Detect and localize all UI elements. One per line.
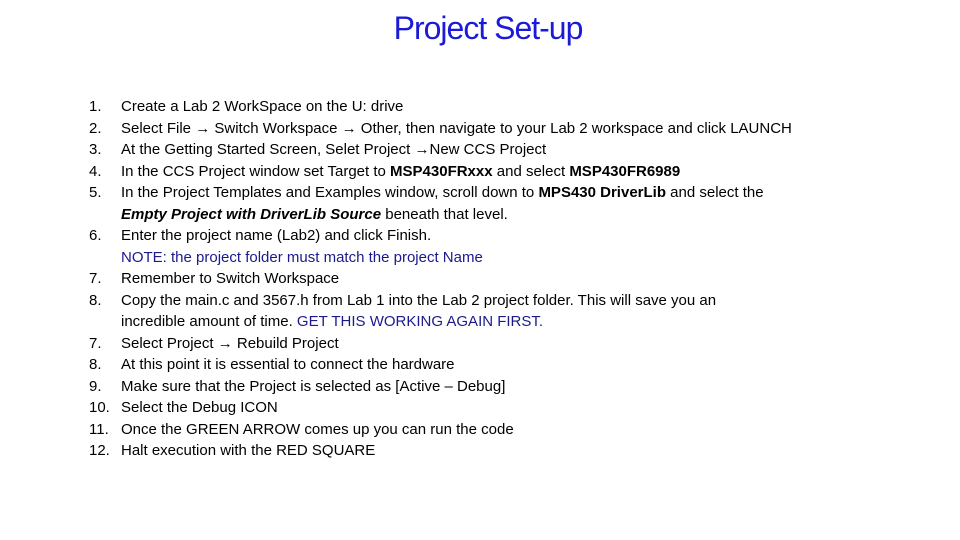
- list-item-continuation: NOTE: the project folder must match the …: [89, 247, 909, 269]
- target-family: MSP430FRxxx: [390, 162, 493, 180]
- list-item-continuation: Empty Project with DriverLib Source bene…: [89, 204, 909, 226]
- steps-list: 1. Create a Lab 2 WorkSpace on the U: dr…: [89, 96, 909, 462]
- list-item: 11. Once the GREEN ARROW comes up you ca…: [89, 419, 909, 441]
- list-item: 10. Select the Debug ICON: [89, 397, 909, 419]
- step-text: Select the Debug ICON: [121, 399, 278, 416]
- list-item: 8. Copy the main.c and 3567.h from Lab 1…: [89, 290, 909, 312]
- list-item: 3. At the Getting Started Screen, Selet …: [89, 139, 909, 161]
- step-text: At the Getting Started Screen, Selet Pro…: [121, 141, 547, 158]
- list-item: 2. Select File → Switch Workspace → Othe…: [89, 118, 909, 140]
- step-number: 7.: [89, 334, 102, 352]
- step-number: 2.: [89, 119, 102, 137]
- list-item: 4. In the CCS Project window set Target …: [89, 161, 909, 183]
- list-item: 7. Select Project → Rebuild Project: [89, 333, 909, 355]
- arrow-right-icon: →: [414, 141, 430, 158]
- step-number: 7.: [89, 270, 102, 287]
- step-number: 3.: [89, 141, 102, 158]
- step-text: In the CCS Project window set Target to …: [121, 162, 681, 180]
- arrow-right-icon: →: [195, 119, 211, 137]
- step-text: Halt execution with the RED SQUARE: [121, 442, 376, 459]
- page-title: Project Set-up: [393, 10, 584, 46]
- step-text: Enter the project name (Lab2) and click …: [121, 227, 432, 244]
- step-text: Select File → Switch Workspace → Other, …: [121, 119, 792, 137]
- step-number: 1.: [89, 98, 102, 115]
- step-number: 9.: [89, 377, 102, 395]
- list-item: 5. In the Project Templates and Examples…: [89, 182, 909, 204]
- step-number: 6.: [89, 227, 102, 244]
- step-number: 8.: [89, 356, 102, 373]
- step-number: 8.: [89, 291, 102, 309]
- list-item: 9. Make sure that the Project is selecte…: [89, 376, 909, 398]
- step-text: Remember to Switch Workspace: [121, 270, 340, 287]
- step-text: Make sure that the Project is selected a…: [121, 377, 506, 395]
- step-text: Create a Lab 2 WorkSpace on the U: drive: [121, 98, 404, 115]
- step-text: incredible amount of time. GET THIS WORK…: [121, 313, 544, 330]
- step-text: Once the GREEN ARROW comes up you can ru…: [121, 420, 514, 438]
- step-number: 12.: [89, 442, 110, 459]
- step-text: Select Project → Rebuild Project: [121, 334, 339, 352]
- step-number: 11.: [89, 420, 109, 438]
- note-text: NOTE: the project folder must match the …: [121, 248, 483, 266]
- template-name: Empty Project with DriverLib Source: [121, 205, 382, 223]
- arrow-right-icon: →: [217, 334, 233, 352]
- step-number: 10.: [89, 399, 110, 416]
- list-item: 7. Remember to Switch Workspace: [89, 268, 909, 290]
- emphasis-text: GET THIS WORKING AGAIN FIRST.: [296, 313, 544, 330]
- step-text: Copy the main.c and 3567.h from Lab 1 in…: [121, 291, 717, 309]
- step-text: In the Project Templates and Examples wi…: [121, 184, 764, 201]
- driverlib-name: MPS430 DriverLib: [538, 184, 666, 201]
- list-item: 12. Halt execution with the RED SQUARE: [89, 440, 909, 462]
- arrow-right-icon: →: [341, 119, 357, 137]
- step-number: 5.: [89, 184, 102, 201]
- list-item: 6. Enter the project name (Lab2) and cli…: [89, 225, 909, 247]
- list-item: 8. At this point it is essential to conn…: [89, 354, 909, 376]
- step-text: Empty Project with DriverLib Source bene…: [121, 205, 508, 223]
- list-item-continuation: incredible amount of time. GET THIS WORK…: [89, 311, 909, 333]
- step-text: At this point it is essential to connect…: [121, 356, 455, 373]
- list-item: 1. Create a Lab 2 WorkSpace on the U: dr…: [89, 96, 909, 118]
- step-number: 4.: [89, 162, 102, 180]
- target-device: MSP430FR6989: [569, 162, 681, 180]
